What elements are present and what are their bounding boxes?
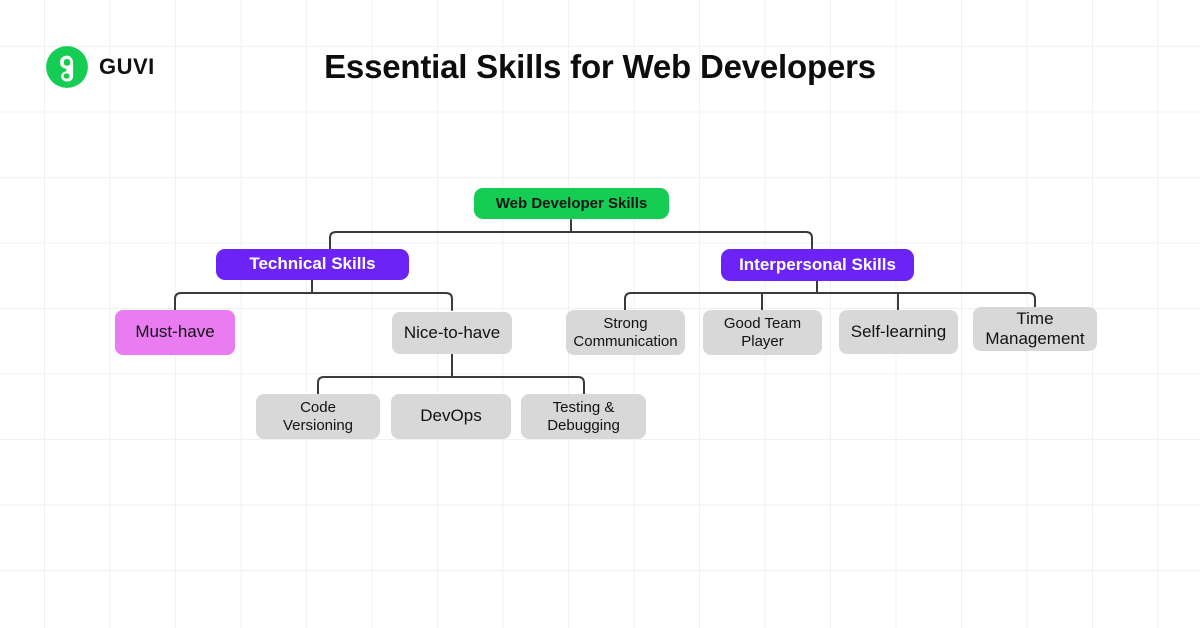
- node-strong-communication[interactable]: Strong Communication: [566, 310, 685, 355]
- node-testing-debugging[interactable]: Testing & Debugging: [521, 394, 646, 439]
- page-title: Essential Skills for Web Developers: [324, 48, 876, 85]
- node-technical-skills[interactable]: Technical Skills: [216, 249, 409, 280]
- connector-technical-to-children: [174, 292, 453, 311]
- node-code-versioning[interactable]: Code Versioning: [256, 394, 380, 439]
- node-devops[interactable]: DevOps: [391, 394, 511, 439]
- node-good-team-player[interactable]: Good Team Player: [703, 310, 822, 355]
- connector-interpersonal-to-children: [624, 292, 1036, 311]
- node-time-management[interactable]: Time Management: [973, 307, 1097, 351]
- node-self-learning[interactable]: Self-learning: [839, 310, 958, 354]
- node-interpersonal-skills[interactable]: Interpersonal Skills: [721, 249, 914, 281]
- node-nice-to-have[interactable]: Nice-to-have: [392, 312, 512, 354]
- node-web-developer-skills[interactable]: Web Developer Skills: [474, 188, 669, 219]
- node-must-have[interactable]: Must-have: [115, 310, 235, 355]
- connector-nice-to-children: [317, 376, 585, 395]
- diagram-canvas: GUVI Essential Skills for Web Developers…: [0, 0, 1200, 628]
